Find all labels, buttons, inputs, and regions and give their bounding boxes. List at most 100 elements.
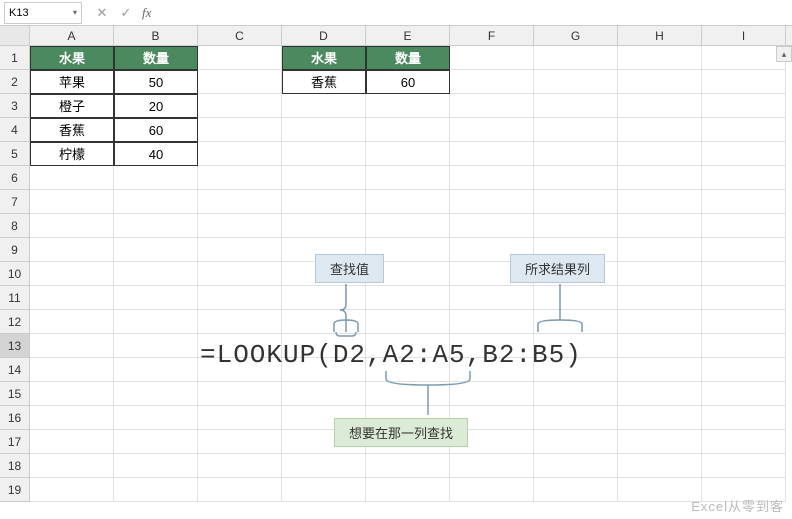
cell[interactable] <box>366 478 450 502</box>
cell[interactable] <box>30 382 114 406</box>
cell[interactable] <box>198 166 282 190</box>
cell[interactable] <box>114 190 198 214</box>
row-header[interactable]: 15 <box>0 382 30 406</box>
cell[interactable] <box>282 166 366 190</box>
confirm-icon[interactable]: ✓ <box>118 5 134 21</box>
cell[interactable] <box>534 406 618 430</box>
cell[interactable] <box>282 190 366 214</box>
cell[interactable] <box>198 70 282 94</box>
cell[interactable] <box>450 142 534 166</box>
cell[interactable] <box>702 382 786 406</box>
cell[interactable] <box>618 262 702 286</box>
cell[interactable] <box>366 214 450 238</box>
cell[interactable] <box>198 94 282 118</box>
cell[interactable] <box>114 166 198 190</box>
row-header[interactable]: 19 <box>0 478 30 502</box>
col-header-f[interactable]: F <box>450 26 534 45</box>
cell[interactable]: 柠檬 <box>30 142 114 166</box>
cell[interactable] <box>618 430 702 454</box>
cell[interactable] <box>282 118 366 142</box>
row-header[interactable]: 4 <box>0 118 30 142</box>
col-header-d[interactable]: D <box>282 26 366 45</box>
cell[interactable] <box>702 430 786 454</box>
cell[interactable] <box>450 190 534 214</box>
cell[interactable] <box>702 406 786 430</box>
cell[interactable] <box>282 142 366 166</box>
row-header[interactable]: 10 <box>0 262 30 286</box>
cell[interactable] <box>450 94 534 118</box>
cell[interactable] <box>198 118 282 142</box>
cell[interactable] <box>702 142 786 166</box>
cell[interactable] <box>618 238 702 262</box>
col-header-b[interactable]: B <box>114 26 198 45</box>
cell[interactable] <box>618 382 702 406</box>
col-header-c[interactable]: C <box>198 26 282 45</box>
cell[interactable] <box>198 190 282 214</box>
cell[interactable] <box>282 214 366 238</box>
cell[interactable]: 香蕉 <box>30 118 114 142</box>
cell[interactable] <box>618 94 702 118</box>
row-header[interactable]: 7 <box>0 190 30 214</box>
cell[interactable] <box>30 454 114 478</box>
cell[interactable]: 40 <box>114 142 198 166</box>
cell[interactable] <box>534 118 618 142</box>
cell[interactable] <box>114 382 198 406</box>
formula-input[interactable] <box>163 3 792 23</box>
cell[interactable] <box>618 478 702 502</box>
cell[interactable] <box>618 166 702 190</box>
row-header[interactable]: 11 <box>0 286 30 310</box>
select-all-corner[interactable] <box>0 26 30 45</box>
cell[interactable] <box>618 118 702 142</box>
row-header[interactable]: 1 <box>0 46 30 70</box>
cell[interactable] <box>30 310 114 334</box>
cell[interactable] <box>534 478 618 502</box>
row-header[interactable]: 2 <box>0 70 30 94</box>
cell[interactable]: 50 <box>114 70 198 94</box>
cell[interactable] <box>366 286 450 310</box>
cell[interactable] <box>30 430 114 454</box>
cell[interactable] <box>450 478 534 502</box>
cell[interactable] <box>702 166 786 190</box>
cell[interactable] <box>450 46 534 70</box>
cell[interactable] <box>30 286 114 310</box>
cell[interactable] <box>702 190 786 214</box>
cell[interactable] <box>702 214 786 238</box>
cell[interactable] <box>702 118 786 142</box>
cell[interactable] <box>702 46 786 70</box>
cell[interactable] <box>198 478 282 502</box>
cell[interactable] <box>450 286 534 310</box>
row-header[interactable]: 9 <box>0 238 30 262</box>
cell[interactable] <box>366 94 450 118</box>
cancel-icon[interactable]: ✕ <box>94 5 110 21</box>
cell[interactable] <box>534 190 618 214</box>
cell[interactable] <box>114 262 198 286</box>
name-box[interactable]: K13 ▾ <box>4 2 82 24</box>
fx-icon[interactable]: fx <box>142 5 151 21</box>
cell[interactable] <box>702 310 786 334</box>
cell[interactable] <box>30 358 114 382</box>
cell[interactable] <box>366 454 450 478</box>
cell[interactable] <box>450 118 534 142</box>
cell[interactable] <box>450 214 534 238</box>
cell[interactable] <box>282 478 366 502</box>
row-header[interactable]: 14 <box>0 358 30 382</box>
row-header[interactable]: 18 <box>0 454 30 478</box>
col-header-h[interactable]: H <box>618 26 702 45</box>
cell[interactable] <box>450 310 534 334</box>
cell[interactable] <box>114 406 198 430</box>
cell[interactable] <box>702 358 786 382</box>
cell[interactable] <box>534 166 618 190</box>
row-header[interactable]: 12 <box>0 310 30 334</box>
cell[interactable] <box>702 238 786 262</box>
cell[interactable] <box>618 310 702 334</box>
cell[interactable] <box>198 382 282 406</box>
cell[interactable] <box>618 454 702 478</box>
cell[interactable] <box>114 214 198 238</box>
cell[interactable] <box>198 454 282 478</box>
cell[interactable] <box>114 430 198 454</box>
cell[interactable] <box>30 238 114 262</box>
cell[interactable] <box>366 142 450 166</box>
row-header[interactable]: 5 <box>0 142 30 166</box>
cell[interactable] <box>450 454 534 478</box>
cell[interactable]: 60 <box>366 70 450 94</box>
